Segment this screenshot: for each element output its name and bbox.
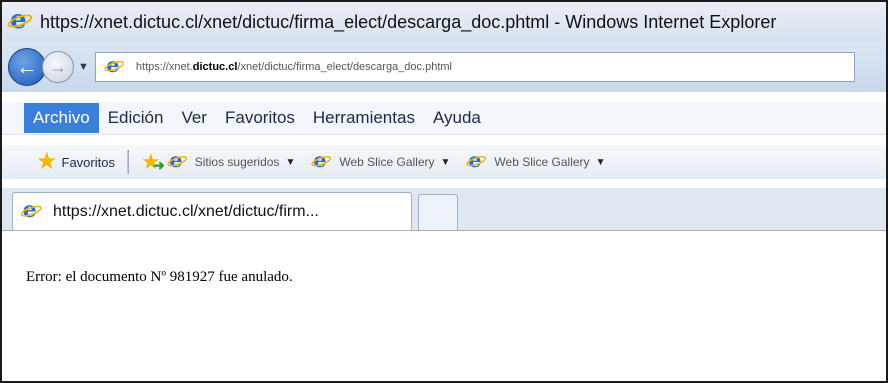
ie-logo-icon: e (465, 150, 488, 171)
new-tab-button[interactable] (418, 194, 458, 230)
chevron-down-icon: ▼ (440, 156, 451, 168)
tab-active[interactable]: e https://xnet.dictuc.cl/xnet/dictuc/fir… (12, 192, 412, 230)
chevron-down-icon: ▼ (285, 156, 296, 168)
toolbar-separator (126, 150, 129, 174)
suggested-sites-link[interactable]: e Sitios sugeridos ▼ (165, 150, 296, 173)
address-bar[interactable]: e https://xnet.dictuc.cl/xnet/dictuc/fir… (94, 52, 855, 82)
page-content: Error: el documento Nº 981927 fue anulad… (2, 230, 886, 381)
menu-edicion[interactable]: Edición (99, 103, 173, 133)
menu-bar: Archivo Edición Ver Favoritos Herramient… (2, 102, 886, 135)
menu-ayuda[interactable]: Ayuda (424, 103, 490, 133)
navigation-bar: ← → ▼ e https://xnet.dictuc.cl/xnet/dict… (2, 42, 886, 92)
address-url[interactable]: https://xnet.dictuc.cl/xnet/dictuc/firma… (136, 61, 452, 73)
chevron-down-icon: ▼ (595, 156, 606, 168)
url-domain: dictuc.cl (192, 61, 238, 73)
favorites-bar: ★ Favoritos ★ ➜ e Sitios sugeridos ▼ e We… (2, 145, 886, 179)
favorites-label: Favoritos (61, 154, 115, 170)
browser-window: e https://xnet.dictuc.cl/xnet/dictuc/fir… (0, 0, 888, 383)
recent-pages-dropdown[interactable]: ▼ (78, 61, 89, 73)
ie-logo-icon: e (19, 199, 43, 221)
menu-archivo[interactable]: Archivo (24, 103, 99, 133)
web-slice-gallery-link[interactable]: e Web Slice Gallery ▼ (310, 150, 451, 173)
url-path: /xnet/dictuc/firma_elect/descarga_doc.ph… (237, 61, 452, 73)
add-favorite-icon[interactable]: ★ ➜ (141, 149, 165, 175)
web-slice-gallery-link-2[interactable]: e Web Slice Gallery ▼ (465, 150, 606, 173)
star-icon: ★ (36, 148, 58, 175)
forward-arrow-icon: → (49, 56, 67, 77)
page-icon: e (102, 55, 126, 76)
favorites-button[interactable]: ★ Favoritos (36, 150, 115, 174)
menu-favoritos[interactable]: Favoritos (216, 103, 304, 133)
web-slice-gallery-label: Web Slice Gallery (339, 155, 435, 169)
error-message: Error: el documento Nº 981927 fue anulad… (26, 269, 293, 285)
menu-herramientas[interactable]: Herramientas (304, 103, 424, 133)
back-button[interactable]: ← (8, 48, 46, 86)
url-prefix: https://xnet. (135, 61, 193, 73)
tab-title: https://xnet.dictuc.cl/xnet/dictuc/firm.… (53, 202, 319, 220)
suggested-sites-label: Sitios sugeridos (194, 155, 280, 169)
web-slice-gallery-label-2: Web Slice Gallery (494, 155, 590, 169)
ie-logo-icon: e (165, 150, 189, 171)
menu-ver[interactable]: Ver (172, 103, 216, 133)
window-title: https://xnet.dictuc.cl/xnet/dictuc/firma… (40, 11, 777, 32)
back-arrow-icon: ← (16, 54, 38, 79)
forward-button[interactable]: → (42, 51, 74, 83)
title-bar: e https://xnet.dictuc.cl/xnet/dictuc/fir… (2, 2, 886, 42)
tab-bar: e https://xnet.dictuc.cl/xnet/dictuc/fir… (2, 188, 886, 230)
ie-logo-icon: e (310, 150, 333, 171)
ie-logo-icon: e (6, 7, 34, 33)
